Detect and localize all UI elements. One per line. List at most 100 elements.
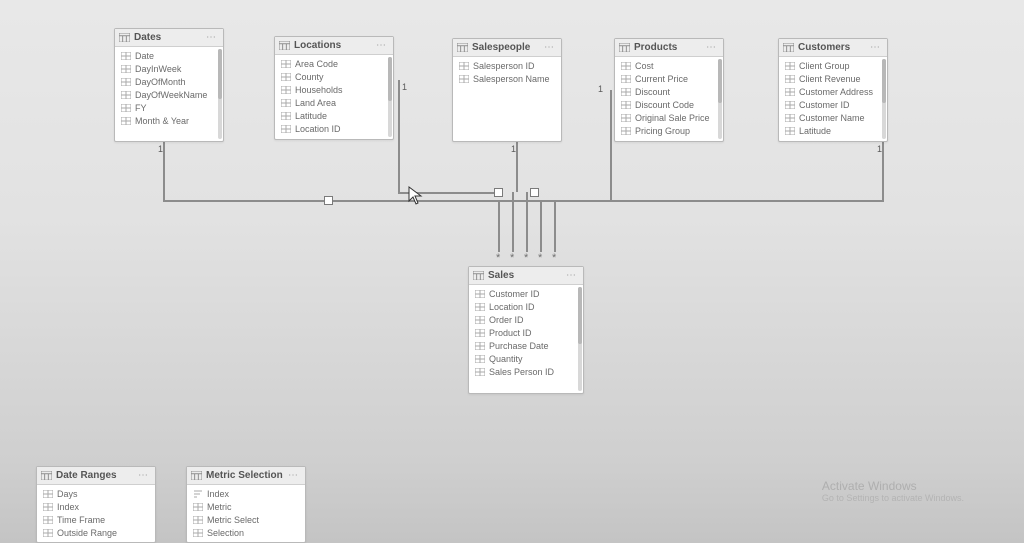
table-locations[interactable]: Locations ⋯ Area Code County Households …: [274, 36, 394, 140]
field-label: Original Sale Price: [635, 113, 710, 123]
field-item[interactable]: Product ID: [473, 326, 581, 339]
field-item[interactable]: Purchase Date: [473, 339, 581, 352]
field-item[interactable]: Date: [119, 49, 221, 62]
scrollbar[interactable]: [578, 287, 582, 391]
field-item[interactable]: Households: [279, 83, 391, 96]
field-item[interactable]: Selection: [191, 526, 303, 539]
field-icon: [475, 316, 485, 324]
table-header[interactable]: Locations ⋯: [275, 37, 393, 55]
field-item[interactable]: Location ID: [279, 122, 391, 135]
field-item[interactable]: Customer ID: [473, 287, 581, 300]
table-header[interactable]: Products ⋯: [615, 39, 723, 57]
field-item[interactable]: Customer ID: [783, 98, 885, 111]
relationship-line: [540, 200, 542, 252]
table-menu-icon[interactable]: ⋯: [138, 470, 149, 481]
relationship-node[interactable]: [530, 188, 539, 197]
table-products[interactable]: Products ⋯ Cost Current Price Discount D…: [614, 38, 724, 142]
field-item[interactable]: Customer Name: [783, 111, 885, 124]
table-menu-icon[interactable]: ⋯: [706, 42, 717, 53]
table-menu-icon[interactable]: ⋯: [566, 270, 577, 281]
table-metric-selection[interactable]: Metric Selection ⋯ Index Metric Metric S…: [186, 466, 306, 543]
table-header[interactable]: Dates ⋯: [115, 29, 223, 47]
table-menu-icon[interactable]: ⋯: [544, 42, 555, 53]
relationship-node[interactable]: [324, 196, 333, 205]
field-item[interactable]: Original Sale Price: [619, 111, 721, 124]
table-menu-icon[interactable]: ⋯: [288, 470, 299, 481]
field-item[interactable]: Latitude: [783, 124, 885, 137]
cardinality-many-label: *: [552, 252, 556, 264]
table-header[interactable]: Sales ⋯: [469, 267, 583, 285]
field-icon: [121, 52, 131, 60]
field-item[interactable]: Land Area: [279, 96, 391, 109]
relationship-line: [526, 192, 528, 252]
field-icon: [121, 117, 131, 125]
field-item[interactable]: Sales Person ID: [473, 365, 581, 378]
field-item[interactable]: Area Code: [279, 57, 391, 70]
field-item[interactable]: Discount Code: [619, 98, 721, 111]
field-item[interactable]: Salesperson Name: [457, 72, 559, 85]
field-item[interactable]: Metric Select: [191, 513, 303, 526]
field-item[interactable]: Time Frame: [41, 513, 153, 526]
field-item[interactable]: FY: [119, 101, 221, 114]
field-item[interactable]: Client Revenue: [783, 72, 885, 85]
field-label: Customer ID: [489, 289, 540, 299]
field-item[interactable]: Outside Range: [41, 526, 153, 539]
field-label: Date: [135, 51, 154, 61]
watermark-subtitle: Go to Settings to activate Windows.: [822, 493, 964, 503]
field-label: Land Area: [295, 98, 336, 108]
field-label: Discount: [635, 87, 670, 97]
field-item[interactable]: Discount: [619, 85, 721, 98]
relationship-node[interactable]: [494, 188, 503, 197]
table-menu-icon[interactable]: ⋯: [870, 42, 881, 53]
table-sales[interactable]: Sales ⋯ Customer ID Location ID Order ID…: [468, 266, 584, 394]
table-menu-icon[interactable]: ⋯: [376, 40, 387, 51]
field-item[interactable]: Month & Year: [119, 114, 221, 127]
field-item[interactable]: County: [279, 70, 391, 83]
field-item[interactable]: DayInWeek: [119, 62, 221, 75]
field-item[interactable]: Location ID: [473, 300, 581, 313]
table-date-ranges[interactable]: Date Ranges ⋯ Days Index Time Frame Outs…: [36, 466, 156, 543]
field-item[interactable]: Index: [41, 500, 153, 513]
field-icon: [475, 329, 485, 337]
scrollbar[interactable]: [218, 49, 222, 139]
field-icon: [475, 290, 485, 298]
scrollbar[interactable]: [718, 59, 722, 139]
field-item[interactable]: DayOfWeekName: [119, 88, 221, 101]
activate-windows-watermark: Activate Windows Go to Settings to activ…: [822, 479, 964, 503]
table-salespeople[interactable]: Salespeople ⋯ Salesperson ID Salesperson…: [452, 38, 562, 142]
table-dates[interactable]: Dates ⋯ Date DayInWeek DayOfMonth DayOfW…: [114, 28, 224, 142]
table-header[interactable]: Salespeople ⋯: [453, 39, 561, 57]
model-canvas[interactable]: 1 1 1 1 1 * * * * * Dates ⋯ Date DayInWe…: [0, 0, 1024, 543]
field-item[interactable]: Current Price: [619, 72, 721, 85]
table-header[interactable]: Date Ranges ⋯: [37, 467, 155, 485]
scrollbar[interactable]: [882, 59, 886, 139]
field-item[interactable]: Order ID: [473, 313, 581, 326]
field-item[interactable]: Latitude: [279, 109, 391, 122]
field-icon: [785, 75, 795, 83]
field-item[interactable]: Client Group: [783, 59, 885, 72]
field-item[interactable]: Quantity: [473, 352, 581, 365]
table-menu-icon[interactable]: ⋯: [206, 32, 217, 43]
table-header[interactable]: Metric Selection ⋯: [187, 467, 305, 485]
table-body: Cost Current Price Discount Discount Cod…: [615, 57, 723, 141]
table-customers[interactable]: Customers ⋯ Client Group Client Revenue …: [778, 38, 888, 142]
field-item[interactable]: Pricing Group: [619, 124, 721, 137]
table-header[interactable]: Customers ⋯: [779, 39, 887, 57]
table-icon: [473, 271, 484, 280]
field-label: Households: [295, 85, 343, 95]
field-item[interactable]: Salesperson ID: [457, 59, 559, 72]
field-label: DayOfMonth: [135, 77, 186, 87]
field-item[interactable]: Index: [191, 487, 303, 500]
field-icon: [193, 516, 203, 524]
field-item[interactable]: Days: [41, 487, 153, 500]
field-label: DayOfWeekName: [135, 90, 207, 100]
field-item[interactable]: DayOfMonth: [119, 75, 221, 88]
field-item[interactable]: Cost: [619, 59, 721, 72]
field-icon: [621, 101, 631, 109]
field-icon: [785, 114, 795, 122]
table-title: Locations: [294, 40, 372, 51]
field-icon: [785, 62, 795, 70]
scrollbar[interactable]: [388, 57, 392, 137]
field-item[interactable]: Customer Address: [783, 85, 885, 98]
field-item[interactable]: Metric: [191, 500, 303, 513]
